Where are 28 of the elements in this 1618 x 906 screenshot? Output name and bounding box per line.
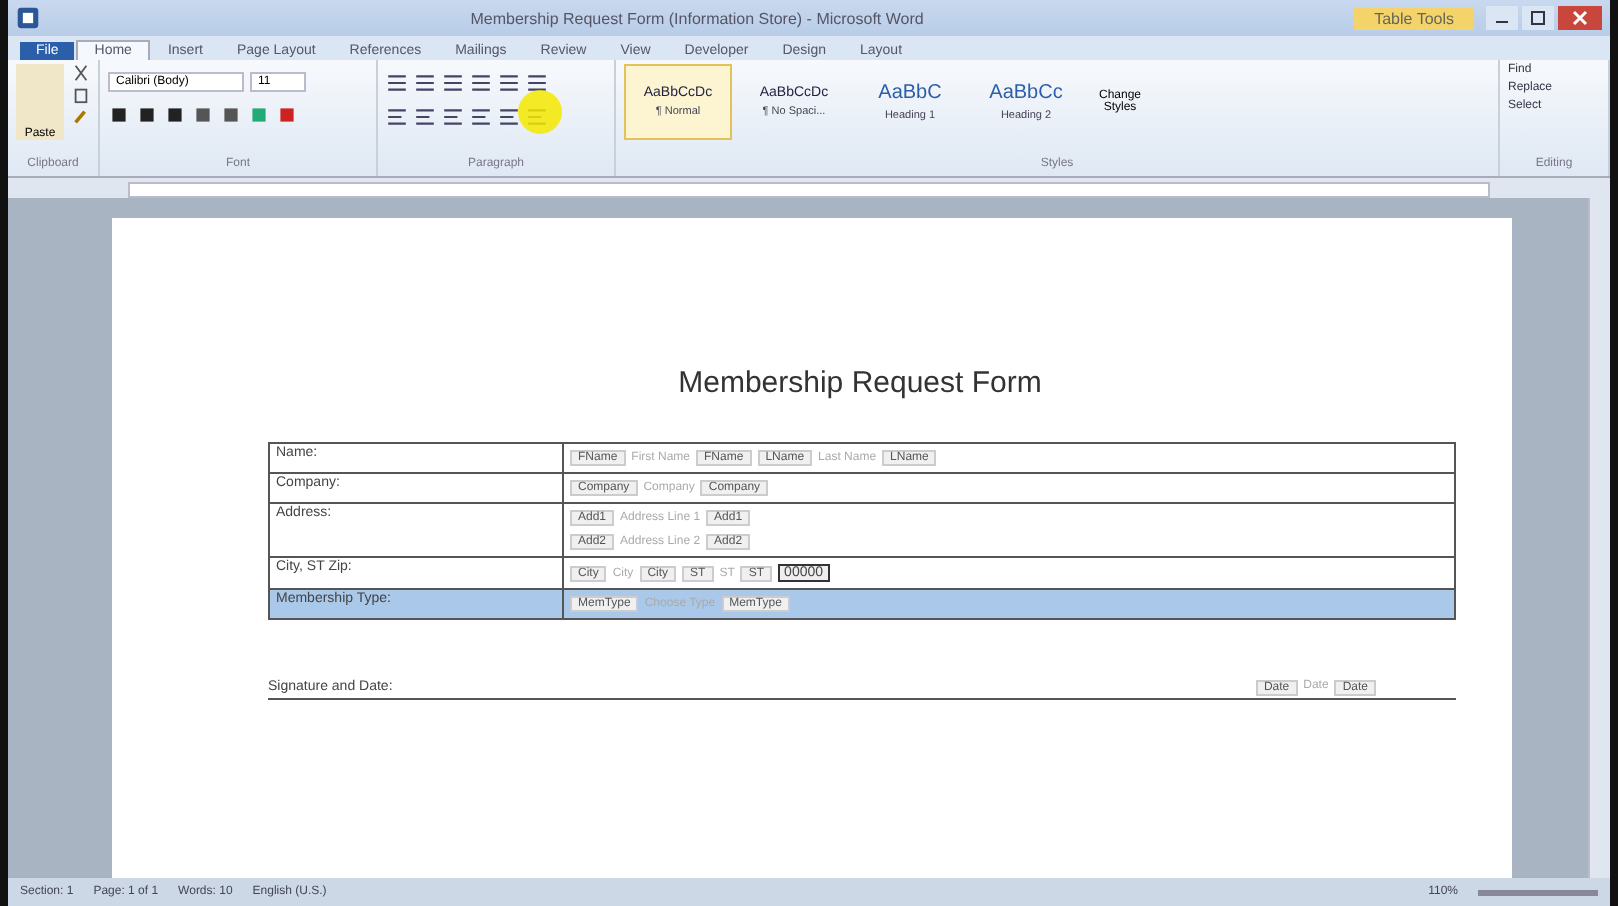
maximize-button[interactable]: [1522, 6, 1554, 30]
list-icon[interactable]: [470, 72, 492, 94]
minimize-button[interactable]: [1486, 6, 1518, 30]
window-title: Membership Request Form (Information Store) - Microsoft Word: [468, 9, 926, 27]
document-title: Membership Request Form: [676, 366, 1044, 400]
list-icon[interactable]: [442, 72, 464, 94]
cursor-highlight: [518, 90, 562, 134]
list-icon[interactable]: [414, 72, 436, 94]
list-icon[interactable]: [386, 72, 408, 94]
align-icon[interactable]: [386, 106, 408, 128]
close-button[interactable]: [1558, 6, 1602, 30]
word-icon: [16, 6, 40, 30]
align-icon[interactable]: [470, 106, 492, 128]
align-icon[interactable]: [498, 106, 520, 128]
align-icon[interactable]: [442, 106, 464, 128]
align-icon[interactable]: [414, 106, 436, 128]
format-icon[interactable]: [136, 104, 158, 126]
format-icon[interactable]: [192, 104, 214, 126]
format-icon[interactable]: [220, 104, 242, 126]
copy-icon[interactable]: [72, 86, 90, 104]
format-icon[interactable]: [108, 104, 130, 126]
format-icon[interactable]: [164, 104, 186, 126]
list-icon[interactable]: [498, 72, 520, 94]
context-tab-label: Table Tools: [1354, 7, 1474, 29]
list-icon[interactable]: [526, 72, 548, 94]
brush-icon[interactable]: [72, 108, 90, 126]
vertical-scrollbar[interactable]: [1588, 198, 1610, 878]
cut-icon[interactable]: [72, 64, 90, 82]
